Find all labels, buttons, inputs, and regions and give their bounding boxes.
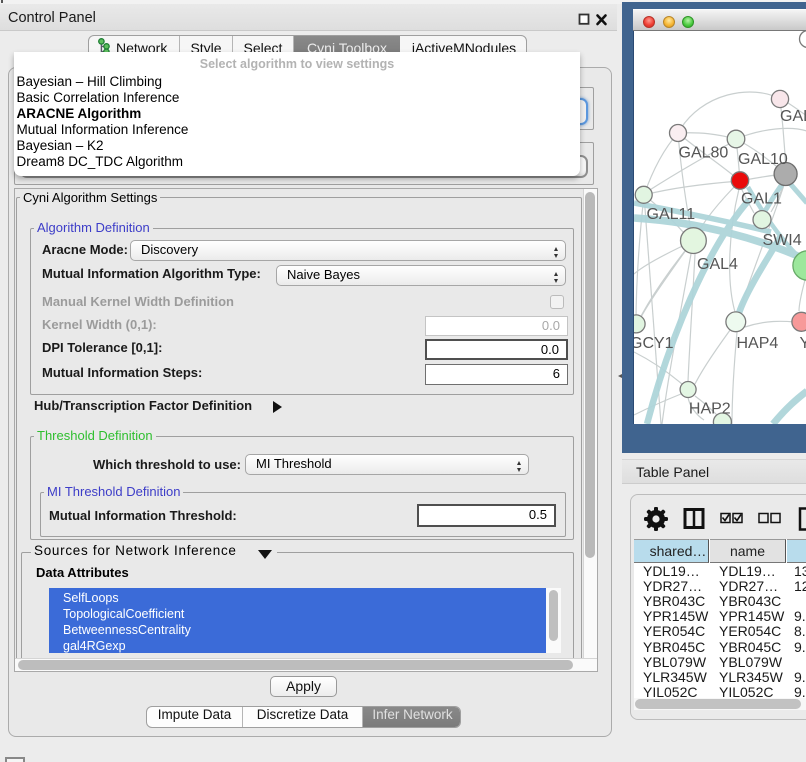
svg-text:GAL10: GAL10: [738, 151, 788, 168]
svg-text:HAP2: HAP2: [689, 400, 731, 417]
svg-text:GAL11: GAL11: [647, 206, 696, 223]
svg-text:GAL4: GAL4: [697, 256, 738, 273]
svg-text:SWI4: SWI4: [763, 232, 802, 249]
svg-text:GAL80: GAL80: [679, 145, 729, 162]
svg-text:Y: Y: [800, 335, 806, 352]
svg-text:HAP4: HAP4: [737, 335, 779, 352]
svg-text:GCY1: GCY1: [634, 335, 674, 352]
svg-text:GAL1: GAL1: [741, 191, 782, 208]
svg-text:GAL: GAL: [780, 108, 806, 125]
